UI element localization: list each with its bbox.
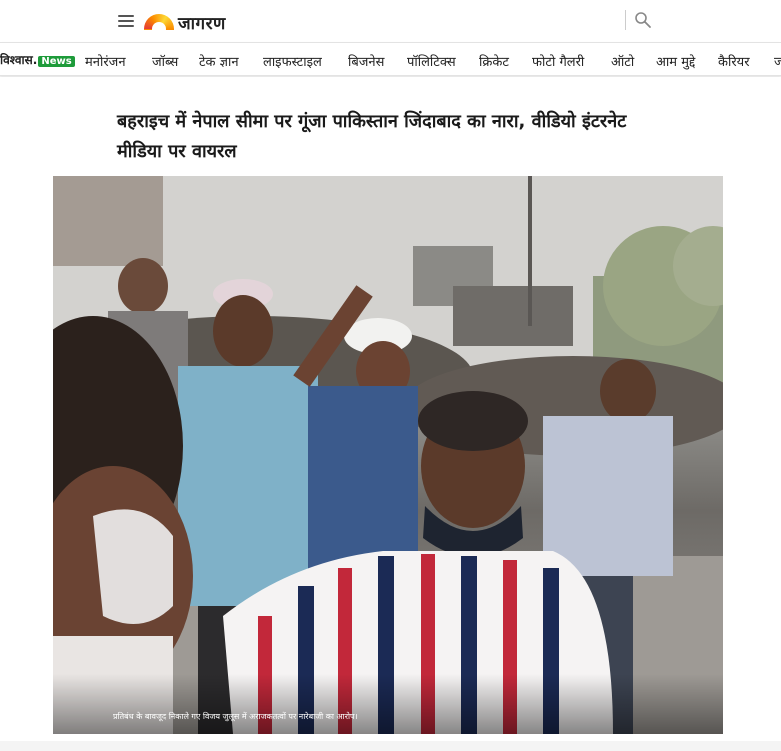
photo-caption: प्रतिबंध के बावजूद निकाले गए विजय जुलूस … xyxy=(113,712,358,721)
jagran-logo[interactable]: जागरण xyxy=(144,12,226,34)
nav-item-jobs[interactable]: जॉब्स xyxy=(152,52,178,70)
category-navbar: विश्वास. News मनोरंजन जॉब्स टेक ज्ञान लाइ… xyxy=(0,42,781,76)
logo-text: जागरण xyxy=(178,13,226,34)
caption-shade xyxy=(53,674,723,734)
article-section: बहराइच में नेपाल सीमा पर गूंजा पाकिस्तान… xyxy=(0,77,781,751)
nav-item-aam-mudde[interactable]: आम मुद्दे xyxy=(656,52,695,70)
nav-item-more[interactable]: ज xyxy=(774,52,781,70)
nav-item-lifestyle[interactable]: लाइफस्टाइल xyxy=(263,52,322,70)
top-header: जागरण xyxy=(0,0,781,42)
nav-item-tech[interactable]: टेक ज्ञान xyxy=(199,52,239,70)
nav-item-photo-gallery[interactable]: फोटो गैलरी xyxy=(532,52,584,70)
nav-item-business[interactable]: बिजनेस xyxy=(348,52,384,70)
article-headline: बहराइच में नेपाल सीमा पर गूंजा पाकिस्तान… xyxy=(117,111,627,162)
hamburger-menu-icon[interactable] xyxy=(118,15,134,27)
search-icon[interactable] xyxy=(634,11,652,29)
nav-item-career[interactable]: कैरियर xyxy=(718,52,750,70)
nav-item-auto[interactable]: ऑटो xyxy=(611,52,634,70)
vishvas-news-link[interactable]: विश्वास. News xyxy=(0,51,75,68)
nav-item-politics[interactable]: पॉलिटिक्स xyxy=(407,52,456,70)
vishvas-label: विश्वास. xyxy=(0,53,38,67)
nav-item-cricket[interactable]: क्रिकेट xyxy=(479,52,509,70)
page-bottom xyxy=(0,741,781,751)
article-photo: प्रतिबंध के बावजूद निकाले गए विजय जुलूस … xyxy=(53,176,723,734)
logo-sun-icon xyxy=(144,14,174,30)
nav-item-manoranjan[interactable]: मनोरंजन xyxy=(85,52,126,70)
crowd-photo-illustration xyxy=(53,176,723,734)
news-badge: News xyxy=(38,56,75,67)
search-divider xyxy=(625,10,626,30)
